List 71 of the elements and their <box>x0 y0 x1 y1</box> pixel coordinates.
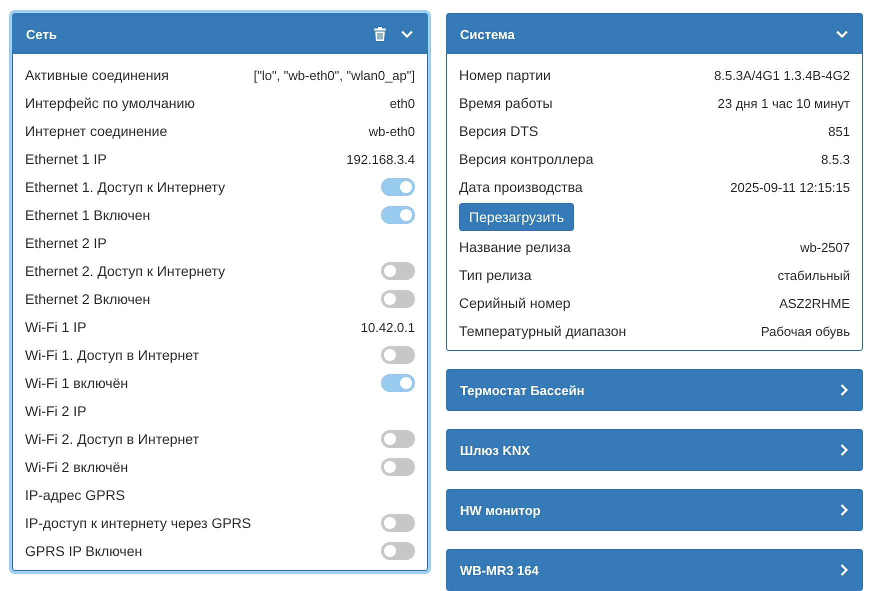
toggle-switch[interactable] <box>381 262 415 280</box>
panel-header[interactable]: HW монитор <box>447 490 862 530</box>
property-value: ["lo", "wb-eth0", "wlan0_ap"] <box>254 68 415 82</box>
property-label: Серийный номер <box>459 295 571 311</box>
toggle-switch[interactable] <box>381 430 415 448</box>
panel-title: Термостат Бассейн <box>460 382 586 398</box>
property-label: IP-адрес GPRS <box>25 487 125 503</box>
property-label: Ethernet 1 IP <box>25 151 107 167</box>
property-value: 23 дня 1 час 10 минут <box>718 96 850 110</box>
property-label: Интерфейс по умолчанию <box>25 95 195 111</box>
panel-header[interactable]: Шлюз KNX <box>447 430 862 470</box>
property-label: Wi-Fi 1 включён <box>25 375 128 391</box>
chevron-down-icon[interactable] <box>836 30 848 38</box>
property-value: wb-eth0 <box>368 124 415 138</box>
panel-header[interactable]: WB-MR3 164 <box>447 550 862 590</box>
panel-header[interactable]: Сеть <box>13 14 427 54</box>
property-value: 8.5.3A/4G1 1.3.4B-4G2 <box>714 68 850 82</box>
property-value: 192.168.3.4 <box>346 152 415 166</box>
property-label: Название релиза <box>459 239 571 255</box>
property-label: Ethernet 1 Включен <box>25 207 150 223</box>
panel-title: WB-MR3 164 <box>460 562 540 578</box>
property-label: Wi-Fi 2 IP <box>25 403 86 419</box>
property-label: Ethernet 2 Включен <box>25 291 150 307</box>
toggle-switch[interactable] <box>381 290 415 308</box>
panel-title: HW монитор <box>460 502 542 518</box>
property-label: IP-доступ к интернету через GPRS <box>25 515 252 531</box>
panel-header[interactable]: Термостат Бассейн <box>447 370 862 410</box>
panel-title: Сеть <box>26 26 58 42</box>
property-value: wb-2507 <box>800 240 850 254</box>
panel-header[interactable]: Система <box>447 14 862 54</box>
property-value: Рабочая обувь <box>760 324 850 338</box>
property-value: ASZ2RHME <box>779 296 850 310</box>
trash-icon[interactable] <box>374 27 386 41</box>
property-label: Температурный диапазон <box>459 323 626 339</box>
toggle-switch[interactable] <box>381 458 415 476</box>
property-label: Wi-Fi 1 IP <box>25 319 86 335</box>
property-value: 10.42.0.1 <box>360 320 415 334</box>
property-label: Версия DTS <box>459 123 538 139</box>
property-label: Номер партии <box>459 67 551 83</box>
toggle-switch[interactable] <box>381 346 415 364</box>
property-value: eth0 <box>390 96 415 110</box>
property-label: Тип релиза <box>459 267 532 283</box>
chevron-right-icon[interactable] <box>840 384 848 396</box>
panel-title: Шлюз KNX <box>460 442 531 458</box>
chevron-right-icon[interactable] <box>840 504 848 516</box>
property-value: 8.5.3 <box>821 152 850 166</box>
toggle-switch[interactable] <box>381 374 415 392</box>
property-label: Wi-Fi 2. Доступ в Интернет <box>25 431 199 447</box>
chevron-down-icon[interactable] <box>401 30 413 38</box>
property-label: Ethernet 2. Доступ к Интернету <box>25 263 226 279</box>
property-value: 2025-09-11 12:15:15 <box>730 180 850 194</box>
property-value: 851 <box>828 124 850 138</box>
panel-title: Система <box>460 26 516 42</box>
toggle-switch[interactable] <box>381 178 415 196</box>
chevron-right-icon[interactable] <box>840 444 848 456</box>
property-label: Активные соединения <box>25 67 169 83</box>
toggle-switch[interactable] <box>381 542 415 560</box>
property-label: Версия контроллера <box>459 151 594 167</box>
property-label: Дата производства <box>459 179 583 195</box>
property-label: Ethernet 1. Доступ к Интернету <box>25 179 226 195</box>
toggle-switch[interactable] <box>381 206 415 224</box>
reboot-button[interactable]: Перезагрузить <box>459 203 574 231</box>
toggle-switch[interactable] <box>381 514 415 532</box>
property-label: Wi-Fi 2 включён <box>25 459 128 475</box>
property-value: стабильный <box>778 268 850 282</box>
property-label: Wi-Fi 1. Доступ в Интернет <box>25 347 199 363</box>
property-label: Ethernet 2 IP <box>25 235 107 251</box>
property-label: GPRS IP Включен <box>25 543 142 559</box>
property-label: Интернет соединение <box>25 123 168 139</box>
property-label: Время работы <box>459 95 553 111</box>
chevron-right-icon[interactable] <box>840 564 848 576</box>
